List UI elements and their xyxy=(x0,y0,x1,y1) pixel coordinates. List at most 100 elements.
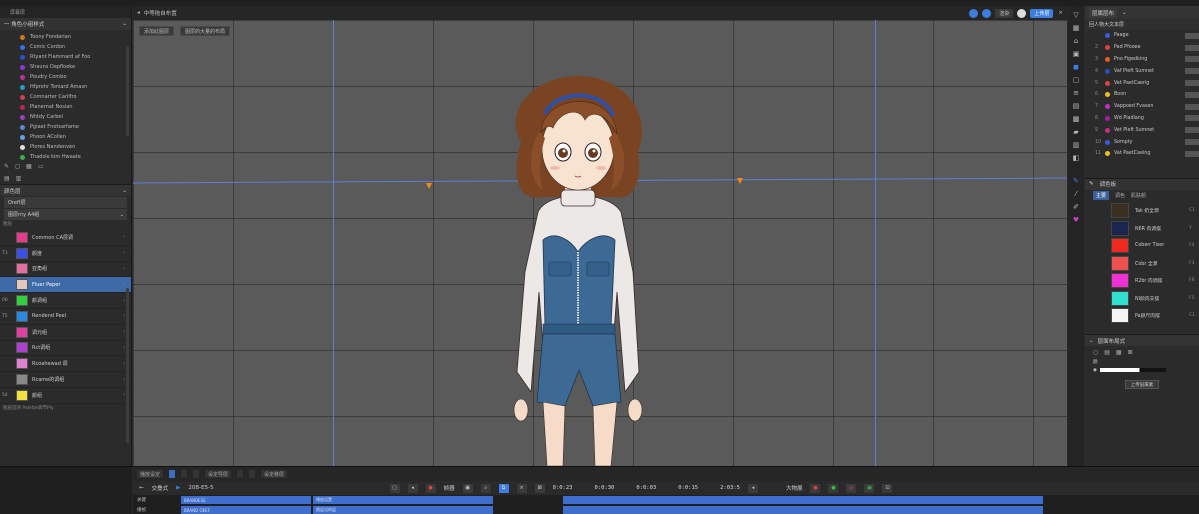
timeline-clip[interactable]: 图层设的层 xyxy=(313,506,493,514)
layer-row[interactable]: Common CA层调 › xyxy=(0,230,131,246)
left-tab-2[interactable]: 屏幕层 xyxy=(10,9,25,16)
apply-style-button[interactable]: 上传层属素 xyxy=(1125,380,1159,390)
stack-icon[interactable]: ≡ xyxy=(1071,88,1081,97)
color-icon-1[interactable]: ● xyxy=(810,483,821,493)
render-button[interactable]: 渲染 xyxy=(995,8,1014,18)
tree-badge[interactable] xyxy=(1185,91,1199,98)
layer-row[interactable]: 06 颜调组 › xyxy=(0,293,131,309)
tree-item[interactable]: 6 Boon xyxy=(1085,89,1199,101)
tree-badge[interactable] xyxy=(1185,103,1199,110)
close-small-icon[interactable]: ⊠ xyxy=(1128,349,1133,356)
swatch-row[interactable]: Pa颜尺肉摆 C1 xyxy=(1085,307,1199,325)
guide-line-vertical-2[interactable] xyxy=(875,20,876,466)
style-item[interactable]: Hfprohr Toniard Amasn xyxy=(0,82,131,92)
timeline-tool[interactable] xyxy=(193,470,200,478)
timeline-tool[interactable] xyxy=(237,470,244,478)
screen-icon[interactable]: ▭ xyxy=(38,163,44,170)
style-item[interactable]: Thadsle kim Hwaate xyxy=(0,152,131,162)
style-scrollbar[interactable] xyxy=(126,46,129,136)
upload-button[interactable]: 上传层 xyxy=(1030,8,1054,18)
stop-icon[interactable]: ▢ xyxy=(389,483,400,493)
close-icon[interactable]: × xyxy=(1058,10,1063,16)
style-item[interactable]: Planernat Nosian xyxy=(0,102,131,112)
timeline-tool[interactable]: 播放设定 xyxy=(137,470,164,478)
photo-icon[interactable]: ▩ xyxy=(1071,114,1081,123)
heart-icon[interactable]: ♥ xyxy=(1071,215,1081,224)
layer-row[interactable]: T3 颜度 › xyxy=(0,246,131,262)
box-icon[interactable]: ▢ xyxy=(1071,75,1081,84)
timeline-tool[interactable] xyxy=(169,470,176,478)
layer-row[interactable]: Rct调组 › xyxy=(0,341,131,357)
grid-small-icon[interactable]: ▦ xyxy=(1116,349,1122,356)
eye-icon[interactable]: ◉ xyxy=(1093,368,1097,373)
tree-item[interactable]: 4 Vaf Pleft Sumnet xyxy=(1085,65,1199,77)
chevron-right-icon[interactable]: › xyxy=(123,282,131,288)
tree-item[interactable]: 8 Wd Pladlang xyxy=(1085,113,1199,125)
play-icon[interactable]: ▶ xyxy=(176,485,180,491)
style-item[interactable]: Phoon ACollen xyxy=(0,132,131,142)
swatch-row[interactable]: Cobr 全源 F3 xyxy=(1085,254,1199,272)
tree-item[interactable]: 5 Vet PaetCaerig xyxy=(1085,77,1199,89)
layer-scrollbar[interactable] xyxy=(126,288,129,443)
swatch-row[interactable]: Tak 奶全源 C1 xyxy=(1085,202,1199,220)
brush-icon[interactable]: ✐ xyxy=(1071,202,1081,211)
swatch-color[interactable] xyxy=(1111,290,1129,306)
style-item[interactable]: Rtyant Flammard af Foo xyxy=(0,52,131,62)
tree-item[interactable]: Paage xyxy=(1085,30,1199,42)
style-item[interactable]: Shauns Dapfloeke xyxy=(0,62,131,72)
tree-badge[interactable] xyxy=(1185,44,1199,51)
adjust-icon[interactable]: ▤ xyxy=(4,175,10,182)
style-item[interactable]: Comnarter Carilfro xyxy=(0,92,131,102)
layer-row[interactable]: 亚角组 › xyxy=(0,262,131,278)
layer-row[interactable]: Fluer Peper › xyxy=(0,277,131,294)
filter-icon[interactable]: ▽ xyxy=(1071,10,1081,19)
palette-header[interactable]: ✎ 调色板 xyxy=(1085,177,1199,190)
delete-icon[interactable]: ⊠ xyxy=(534,483,545,493)
tree-badge[interactable] xyxy=(1185,80,1199,87)
tree-badge[interactable] xyxy=(1185,68,1199,75)
tree-badge[interactable] xyxy=(1185,139,1199,146)
timeline-clip[interactable]: BRANDESE xyxy=(181,496,311,504)
swatch-color[interactable] xyxy=(1111,273,1129,289)
swatch-color[interactable] xyxy=(1111,255,1129,271)
timeline-clip[interactable] xyxy=(563,496,1043,504)
grid-icon[interactable]: ▦ xyxy=(1071,23,1081,32)
canvas-viewport[interactable]: 添加此图层 图层的大量的布局 xyxy=(133,20,1067,466)
style-item[interactable]: Nhtdy Carbel xyxy=(0,112,131,122)
swatch-color[interactable] xyxy=(1111,203,1129,219)
record-icon[interactable]: ● xyxy=(425,483,436,493)
color-layer-section[interactable]: 颜色层 ⌄ xyxy=(0,184,131,196)
save-icon[interactable]: ◧ xyxy=(1071,153,1081,162)
timeline-clip[interactable]: 播放设置 xyxy=(313,496,493,504)
clipboard-icon[interactable]: ▥ xyxy=(1071,140,1081,149)
timeline-tool[interactable] xyxy=(181,470,188,478)
layer-style-section[interactable]: ⌄ 层面布局式 xyxy=(1085,334,1199,347)
chevron-right-icon[interactable]: › xyxy=(123,266,131,272)
back-icon[interactable]: ← xyxy=(139,485,144,491)
character-illustration[interactable] xyxy=(493,72,663,466)
layers-small-icon[interactable]: ▤ xyxy=(1104,349,1110,356)
swatch-color[interactable] xyxy=(1111,238,1129,254)
tree-item[interactable]: 7 Vappoed Fvasen xyxy=(1085,101,1199,113)
opacity-slider[interactable] xyxy=(1099,368,1166,373)
layer-row[interactable]: Rcoahewad 调 › xyxy=(0,356,131,373)
guide-line-vertical-1[interactable] xyxy=(333,20,334,466)
layout-layers-button[interactable]: 图层的大量的布局 xyxy=(180,26,231,36)
anchor-marker-right[interactable] xyxy=(737,178,743,184)
chevron-right-icon[interactable]: › xyxy=(123,250,131,256)
timeline-tool[interactable]: 设定移层 xyxy=(261,470,288,478)
tree-item[interactable]: 2 Pad Pfooee xyxy=(1085,42,1199,54)
search-icon[interactable]: ⌕ xyxy=(480,483,491,493)
tree-badge[interactable] xyxy=(1185,150,1199,157)
color-icon-5[interactable]: ⊡ xyxy=(882,483,893,493)
home-icon[interactable]: ⌂ xyxy=(1071,36,1081,45)
layers-icon[interactable]: ▣ xyxy=(1071,49,1081,58)
style-item[interactable]: Plores Nandenven xyxy=(0,142,131,152)
prev-icon[interactable]: ◂ xyxy=(407,483,418,493)
swatch-row[interactable]: N6R 肉调摆 Y xyxy=(1085,219,1199,237)
swatch-row[interactable]: R2br 肉调摆 F6 xyxy=(1085,272,1199,290)
brush-icon[interactable]: ✎ xyxy=(4,163,9,170)
refresh-icon[interactable] xyxy=(982,8,992,18)
pipette-icon[interactable]: ⁄ xyxy=(1071,189,1081,198)
timeline-clip[interactable]: BRAND OEEF xyxy=(181,506,311,514)
